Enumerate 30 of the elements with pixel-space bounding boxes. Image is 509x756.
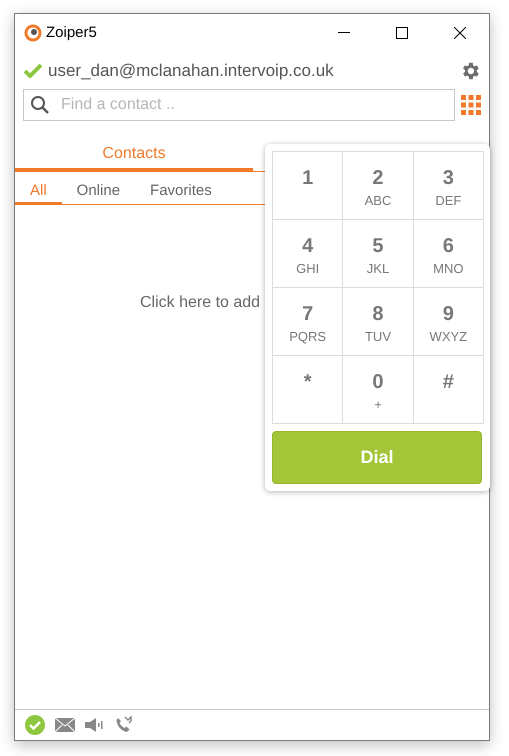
app-logo-icon [24, 24, 42, 42]
dialpad-key[interactable]: * [273, 356, 344, 424]
dialpad-key[interactable]: 4 GHI [273, 220, 344, 288]
dialpad-key[interactable]: 2 ABC [343, 152, 414, 220]
dialpad-key[interactable]: 3 DEF [414, 152, 484, 220]
dialpad-key[interactable]: 1 [273, 152, 344, 220]
empty-list-hint[interactable]: Click here to add [140, 294, 260, 311]
filter-tab[interactable]: All [15, 180, 62, 204]
dialpad-key[interactable]: 7 PQRS [273, 288, 344, 356]
status-ok-icon[interactable] [25, 715, 45, 735]
speaker-icon[interactable] [85, 718, 105, 732]
window-title: Zoiper5 [46, 22, 97, 43]
phone-wrench-icon[interactable] [115, 716, 133, 734]
search-icon [30, 95, 50, 115]
filter-tab[interactable]: Favorites [135, 180, 227, 204]
minimize-icon[interactable] [338, 32, 350, 34]
dialpad-key[interactable]: 6 MNO [414, 220, 484, 288]
dialpad-key[interactable]: # [414, 356, 484, 424]
mail-icon[interactable] [55, 718, 75, 732]
maximize-icon[interactable] [396, 27, 408, 39]
dialpad-icon[interactable] [461, 95, 481, 115]
search-field[interactable]: Find a contact .. [23, 89, 455, 121]
dialpad-key[interactable]: 9 WXYZ [414, 288, 484, 356]
dialpad-key[interactable]: 8 TUV [343, 288, 414, 356]
contacts-tab[interactable]: Contacts [15, 139, 253, 171]
filter-tab[interactable]: Online [62, 180, 136, 204]
account-name: user_dan@mclanahan.intervoip.co.uk [48, 60, 334, 82]
close-icon[interactable] [454, 27, 466, 39]
dialpad-key[interactable]: 0 + [343, 356, 414, 424]
dialpad-key[interactable]: 5 JKL [343, 220, 414, 288]
